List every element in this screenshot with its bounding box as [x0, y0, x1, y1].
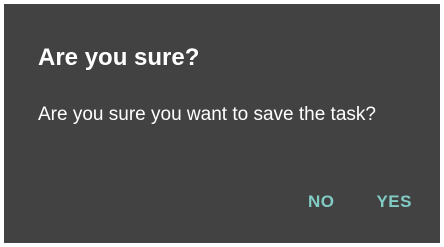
confirm-dialog: Are you sure? Are you sure you want to s…	[4, 4, 440, 243]
no-button[interactable]: NO	[308, 192, 335, 212]
dialog-actions: NO YES	[308, 192, 412, 212]
yes-button[interactable]: YES	[376, 192, 412, 212]
dialog-title: Are you sure?	[38, 44, 200, 71]
dialog-message: Are you sure you want to save the task?	[38, 104, 376, 125]
